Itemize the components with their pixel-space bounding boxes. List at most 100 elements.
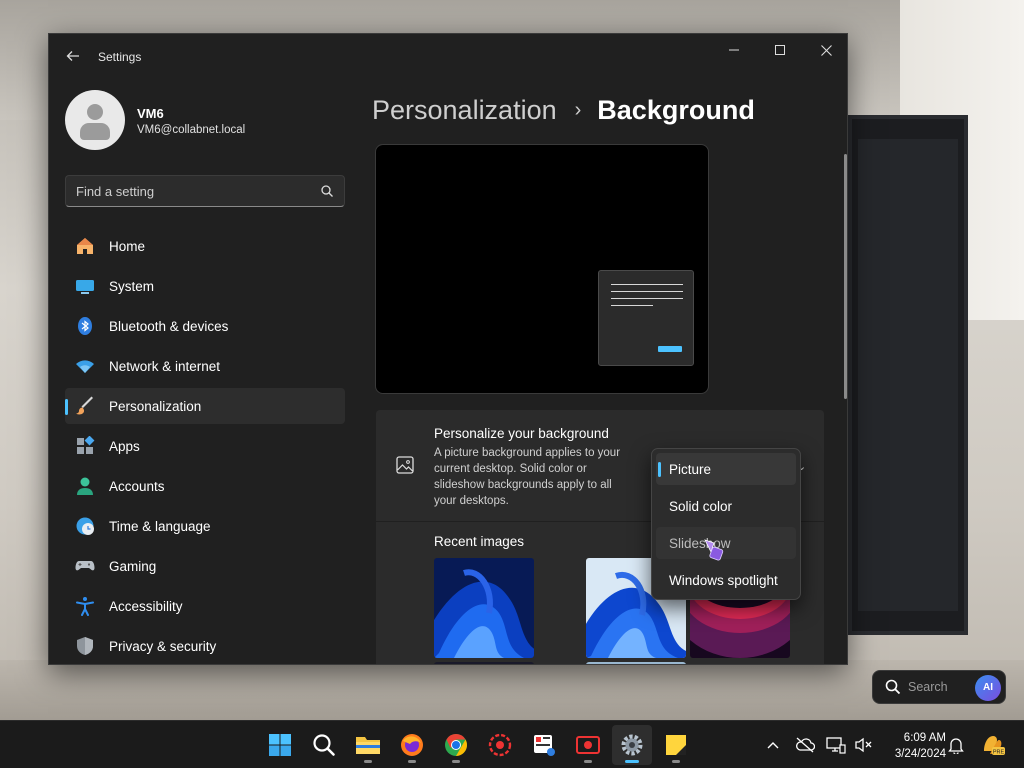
personalization-icon — [75, 396, 95, 416]
sidebar-item-privacy[interactable]: Privacy & security — [65, 628, 345, 664]
cursor-icon — [704, 539, 724, 561]
maximize-button[interactable] — [757, 34, 803, 66]
sidebar-nav: Home System Bluetooth & devices Network … — [65, 228, 345, 664]
clock-time: 6:09 AM — [903, 732, 946, 744]
taskbar-search-button[interactable] — [304, 725, 344, 765]
app-title: Settings — [98, 50, 142, 64]
avatar — [65, 90, 125, 150]
windows-logo-icon — [269, 734, 291, 756]
preview-window-mockup — [598, 270, 694, 366]
clock-date: 3/24/2024 — [894, 748, 946, 760]
notification-bell-icon[interactable] — [946, 735, 966, 755]
search-icon[interactable] — [320, 184, 334, 198]
app-gear-red-icon — [488, 733, 512, 757]
sidebar-item-label: Home — [109, 238, 146, 254]
sidebar-item-network[interactable]: Network & internet — [65, 348, 345, 384]
apps-icon — [75, 436, 95, 456]
time-language-icon — [75, 516, 95, 536]
accessibility-icon — [75, 596, 95, 616]
minimize-button[interactable] — [711, 34, 757, 66]
sidebar-item-bluetooth[interactable]: Bluetooth & devices — [65, 308, 345, 344]
sidebar-item-label: Personalization — [109, 398, 202, 414]
sidebar-item-label: System — [109, 278, 155, 294]
card-title: Personalize your background — [434, 426, 609, 441]
recent-image-thumbnail[interactable] — [434, 662, 534, 664]
copilot-ai-icon[interactable]: AI — [975, 675, 1001, 701]
sidebar-item-time-language[interactable]: Time & language — [65, 508, 345, 544]
page-title: Background — [597, 94, 755, 125]
find-setting-search[interactable] — [65, 175, 345, 207]
sidebar-item-label: Network & internet — [109, 358, 221, 374]
sidebar-item-label: Accounts — [109, 478, 165, 494]
start-button[interactable] — [260, 725, 300, 765]
title-bar: Settings — [49, 34, 847, 82]
search-input[interactable] — [76, 182, 306, 200]
search-icon — [313, 734, 335, 756]
background-preview — [375, 144, 709, 394]
sticky-notes-icon — [666, 735, 686, 755]
sidebar-item-accessibility[interactable]: Accessibility — [65, 588, 345, 624]
user-profile[interactable]: VM6 VM6@collabnet.local — [65, 90, 365, 152]
dropdown-option-picture[interactable]: Picture — [656, 453, 796, 485]
close-icon — [820, 44, 832, 56]
recent-image-thumbnail[interactable] — [434, 558, 534, 658]
background-type-dropdown[interactable]: Picture Solid color Slideshow Windows sp… — [651, 448, 801, 600]
cloud-offline-icon[interactable] — [795, 735, 815, 755]
tray-overflow-chevron-icon[interactable] — [763, 735, 783, 755]
minimize-icon — [729, 49, 739, 51]
settings-app[interactable] — [612, 725, 652, 765]
dropdown-option-solid-color[interactable]: Solid color — [656, 490, 796, 522]
bluetooth-icon — [75, 316, 95, 336]
sidebar-item-label: Apps — [109, 438, 140, 454]
sidebar-item-accounts[interactable]: Accounts — [65, 468, 345, 504]
settings-window: Settings VM6 VM6@collabnet.local Home — [48, 33, 848, 665]
back-button[interactable] — [63, 48, 83, 68]
sticky-notes-app[interactable] — [656, 725, 696, 765]
sidebar-item-label: Time & language — [109, 518, 211, 534]
scrollbar[interactable] — [844, 154, 847, 399]
taskbar-search-box[interactable]: Search AI — [872, 670, 1006, 704]
clock[interactable]: 6:09 AM 3/24/2024 — [880, 730, 946, 762]
wallpaper-monitor — [848, 115, 968, 635]
dropdown-option-windows-spotlight[interactable]: Windows spotlight — [656, 564, 796, 596]
sidebar-item-label: Bluetooth & devices — [109, 318, 229, 334]
home-icon — [75, 236, 95, 256]
privacy-icon — [75, 636, 95, 656]
red-app[interactable] — [480, 725, 520, 765]
sidebar-item-personalization[interactable]: Personalization — [65, 388, 345, 424]
taskbar: 6:09 AM 3/24/2024 PRE — [0, 720, 1024, 768]
network-icon — [75, 356, 95, 376]
sidebar-item-label: Accessibility — [109, 598, 183, 614]
profile-name: VM6 — [137, 106, 164, 121]
network-display-icon[interactable] — [826, 735, 846, 755]
sidebar-item-label: Privacy & security — [109, 638, 217, 654]
snipping-tool-app[interactable] — [524, 725, 564, 765]
back-arrow-icon — [66, 51, 79, 61]
screen-recorder-app[interactable] — [568, 725, 608, 765]
profile-email: VM6@collabnet.local — [137, 124, 246, 136]
card-description: A picture background applies to your cur… — [434, 447, 621, 507]
wallpaper-floor — [0, 660, 1024, 720]
copilot-pre-icon[interactable]: PRE — [980, 735, 1006, 756]
file-explorer-app[interactable] — [348, 725, 388, 765]
sidebar-item-gaming[interactable]: Gaming — [65, 548, 345, 584]
gear-icon — [621, 734, 643, 756]
firefox-app[interactable] — [392, 725, 432, 765]
close-button[interactable] — [803, 34, 847, 66]
folder-icon — [356, 737, 380, 754]
gaming-icon — [75, 556, 95, 576]
sidebar-item-system[interactable]: System — [65, 268, 345, 304]
svg-text:PRE: PRE — [993, 750, 1005, 756]
breadcrumb-separator: › — [574, 98, 582, 121]
maximize-icon — [775, 45, 785, 55]
volume-muted-icon[interactable] — [853, 735, 873, 755]
recent-images-label: Recent images — [434, 534, 525, 549]
snipping-icon — [534, 735, 555, 756]
sidebar-item-apps[interactable]: Apps — [65, 428, 345, 464]
sidebar-item-home[interactable]: Home — [65, 228, 345, 264]
chrome-icon — [445, 734, 467, 756]
chrome-app[interactable] — [436, 725, 476, 765]
recent-image-thumbnail[interactable] — [586, 662, 686, 664]
breadcrumb-parent[interactable]: Personalization — [372, 95, 557, 126]
search-icon — [885, 679, 901, 695]
